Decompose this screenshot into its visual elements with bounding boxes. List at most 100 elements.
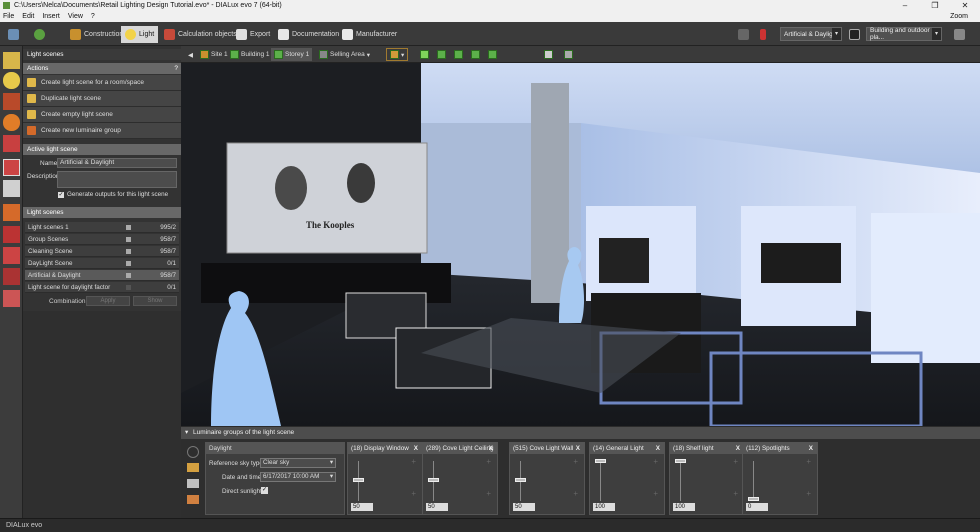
zoom-label[interactable]: Zoom: [950, 13, 968, 20]
dimmer-thumb[interactable]: [595, 459, 606, 463]
save-button[interactable]: [4, 26, 23, 43]
direct-sunlight-checkbox[interactable]: ✓: [261, 487, 268, 494]
light-scenes-mode-icon[interactable]: [3, 159, 20, 176]
apply-button[interactable]: Apply: [86, 296, 130, 306]
generate-outputs-checkbox[interactable]: ✓: [58, 192, 64, 198]
minimize-button[interactable]: –: [890, 0, 920, 11]
close-icon[interactable]: X: [414, 445, 418, 452]
color-mode-icon[interactable]: [3, 114, 20, 131]
edit-group-icon[interactable]: [187, 479, 199, 488]
scene-visibility-toggle[interactable]: [126, 225, 131, 230]
plus-icon[interactable]: +: [486, 457, 491, 466]
description-input[interactable]: [57, 171, 177, 188]
chart-mode-icon[interactable]: [3, 247, 20, 264]
scene-visibility-toggle[interactable]: [126, 249, 131, 254]
dimmer-track[interactable]: [600, 461, 601, 501]
dimmer-value[interactable]: 50: [426, 503, 448, 511]
export-tab[interactable]: Export: [232, 26, 274, 43]
breadcrumb-site[interactable]: Site 1: [197, 48, 231, 61]
dimmer-value[interactable]: 50: [351, 503, 373, 511]
maximize-button[interactable]: ❐: [920, 0, 950, 11]
add-group-icon[interactable]: [187, 463, 199, 472]
fit-view-button[interactable]: [541, 48, 556, 61]
plus-icon[interactable]: +: [733, 457, 738, 466]
luminaire-button[interactable]: [734, 26, 753, 43]
view-3d-walls-button[interactable]: [434, 48, 449, 61]
view-3d-full-button[interactable]: [417, 48, 432, 61]
dimmer-thumb[interactable]: [748, 497, 759, 501]
display-button[interactable]: [845, 26, 864, 43]
plus-icon[interactable]: +: [733, 489, 738, 498]
floorplan-button[interactable]: ▾: [386, 48, 409, 61]
scene-visibility-toggle[interactable]: [126, 261, 131, 266]
light-scene-select[interactable]: Artificial & Daylight ▾: [780, 27, 842, 41]
plus-icon[interactable]: +: [573, 457, 578, 466]
close-icon[interactable]: X: [809, 445, 813, 452]
bulb-mode-icon[interactable]: [3, 72, 20, 89]
dimmer-value[interactable]: 100: [673, 503, 695, 511]
help-icon[interactable]: ?: [174, 63, 178, 74]
breadcrumb-area[interactable]: Selling Area ▾: [316, 48, 373, 61]
plus-icon[interactable]: +: [653, 489, 658, 498]
view-3d-ceiling-button[interactable]: [485, 48, 500, 61]
scene-row[interactable]: Light scenes 1 995/2: [25, 222, 179, 233]
frame-mode-icon[interactable]: [3, 268, 20, 285]
group-settings-icon[interactable]: [187, 495, 199, 504]
scene-visibility-toggle[interactable]: [126, 285, 131, 290]
dimmer-thumb[interactable]: [515, 478, 526, 482]
dimmer-thumb[interactable]: [675, 459, 686, 463]
light-tab[interactable]: Light: [121, 26, 159, 43]
grid-mode-icon[interactable]: [3, 290, 20, 307]
close-icon[interactable]: X: [576, 445, 580, 452]
scene-row-selected[interactable]: Artificial & Daylight 958/7: [25, 270, 179, 281]
scene-row[interactable]: DayLight Scene 0/1: [25, 258, 179, 269]
scene-row[interactable]: Light scene for daylight factor 0/1: [25, 282, 179, 293]
close-icon[interactable]: X: [489, 445, 493, 452]
dimmer-value[interactable]: 0: [746, 503, 768, 511]
menu-edit[interactable]: Edit: [22, 13, 34, 20]
scene-name-input[interactable]: Artificial & Daylight: [57, 158, 177, 168]
dimmer-track[interactable]: [753, 461, 754, 501]
collapse-icon[interactable]: ▾: [185, 427, 188, 439]
menu-help[interactable]: ?: [91, 13, 95, 20]
plus-icon[interactable]: +: [653, 457, 658, 466]
view-3d-half-button[interactable]: [451, 48, 466, 61]
layers-mode-icon[interactable]: [3, 204, 20, 221]
construction-tab[interactable]: Construction: [66, 26, 127, 43]
tools-mode-icon[interactable]: [3, 93, 20, 110]
dimmer-value[interactable]: 50: [513, 503, 535, 511]
3d-viewport[interactable]: The Kooples: [181, 63, 980, 426]
breadcrumb-storey[interactable]: Storey 1: [271, 48, 313, 61]
refresh-icon[interactable]: [187, 446, 199, 458]
view-select[interactable]: Building and outdoor pla... ▾: [866, 27, 942, 41]
calculation-objects-tab[interactable]: Calculation objects: [160, 26, 241, 43]
show-button[interactable]: Show: [133, 296, 177, 306]
wrench-mode-icon[interactable]: [3, 180, 20, 197]
gradient-mode-icon[interactable]: [3, 135, 20, 152]
plus-icon[interactable]: +: [806, 457, 811, 466]
close-button[interactable]: ✕: [950, 0, 980, 11]
back-button[interactable]: ◀: [185, 48, 196, 61]
menu-file[interactable]: File: [3, 13, 14, 20]
plus-icon[interactable]: +: [411, 489, 416, 498]
menu-insert[interactable]: Insert: [42, 13, 60, 20]
plus-icon[interactable]: +: [411, 457, 416, 466]
plus-icon[interactable]: +: [806, 489, 811, 498]
action-create-scene-for-room[interactable]: Create light scene for a room/space: [23, 75, 181, 91]
luminaire-mode-icon[interactable]: [3, 52, 20, 69]
plus-icon[interactable]: +: [573, 489, 578, 498]
action-create-empty-scene[interactable]: Create empty light scene: [23, 107, 181, 123]
view-3d-floor-button[interactable]: [468, 48, 483, 61]
dimmer-track[interactable]: [680, 461, 681, 501]
dimmer-value[interactable]: 100: [593, 503, 615, 511]
documentation-tab[interactable]: Documentation: [274, 26, 343, 43]
zoom-button[interactable]: [950, 26, 969, 43]
calc-mode-icon[interactable]: [3, 226, 20, 243]
scene-visibility-toggle[interactable]: [126, 273, 131, 278]
measure-button[interactable]: [561, 48, 576, 61]
plus-icon[interactable]: +: [486, 489, 491, 498]
action-create-luminaire-group[interactable]: Create new luminaire group: [23, 123, 181, 139]
undo-button[interactable]: [30, 26, 49, 43]
action-duplicate-scene[interactable]: Duplicate light scene: [23, 91, 181, 107]
traffic-light-button[interactable]: [756, 26, 770, 43]
